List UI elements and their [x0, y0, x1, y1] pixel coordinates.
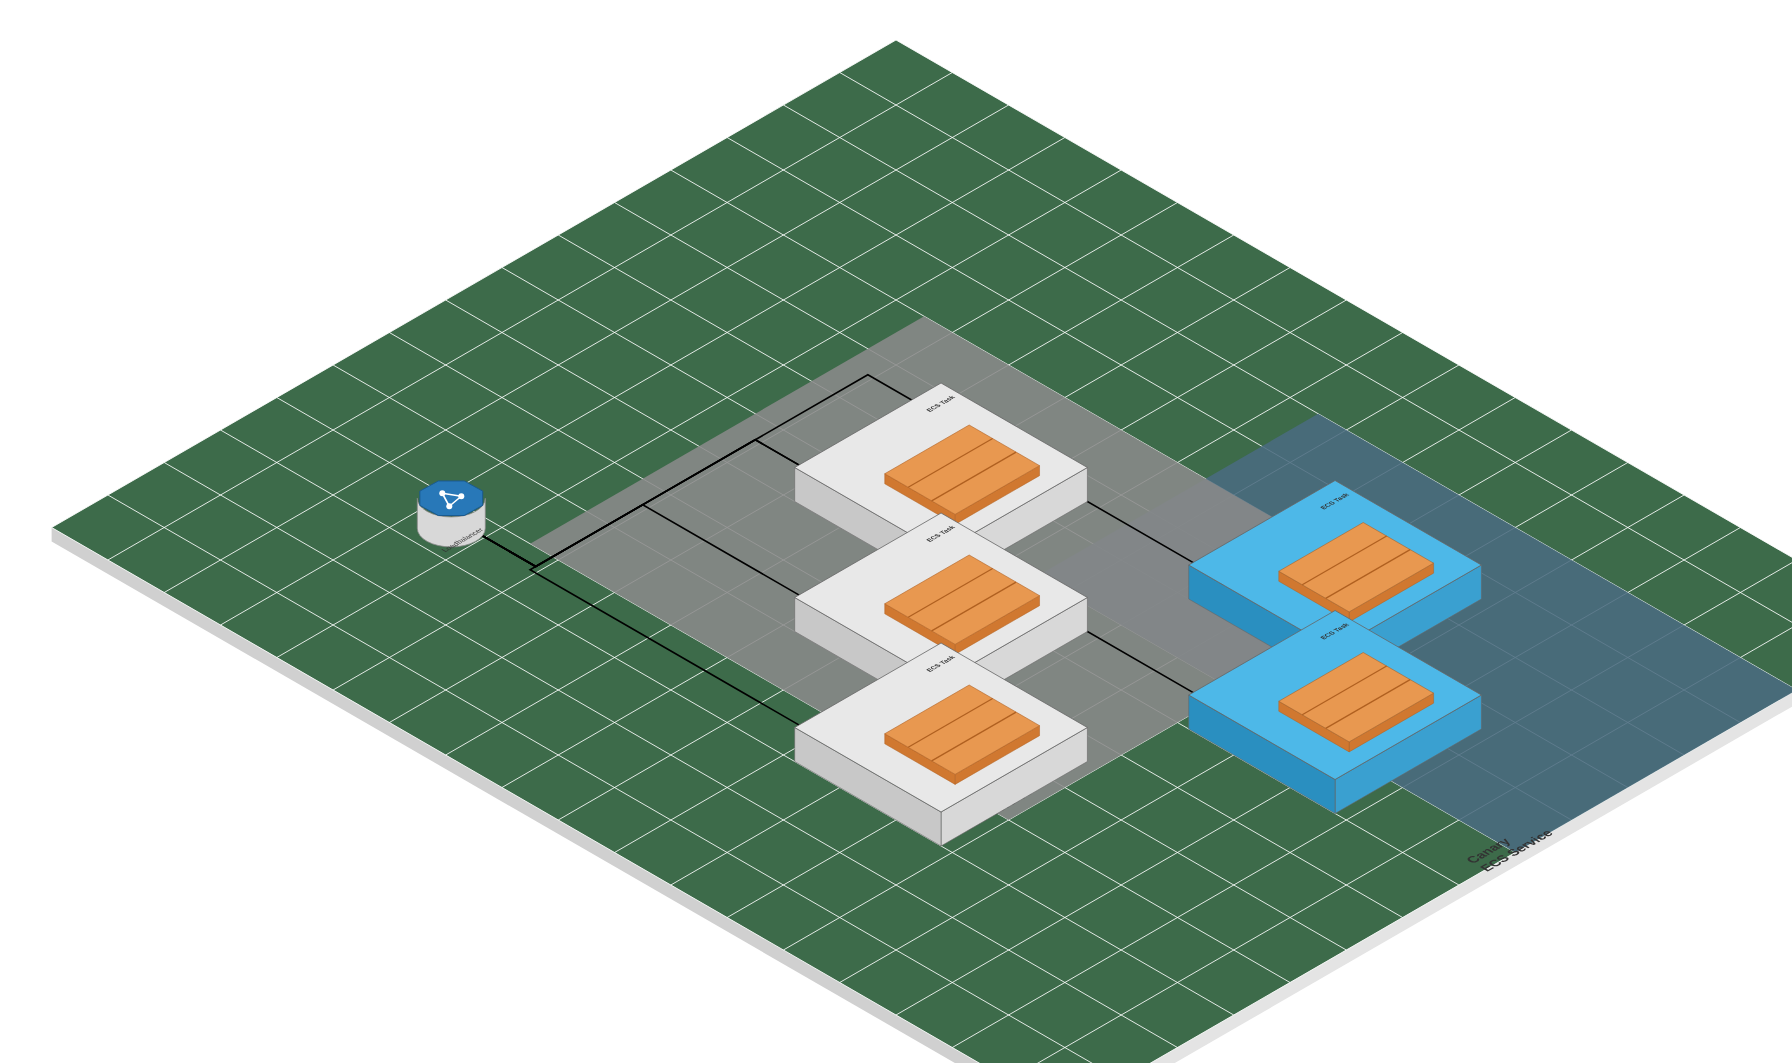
svg-marker-80 [420, 481, 483, 516]
